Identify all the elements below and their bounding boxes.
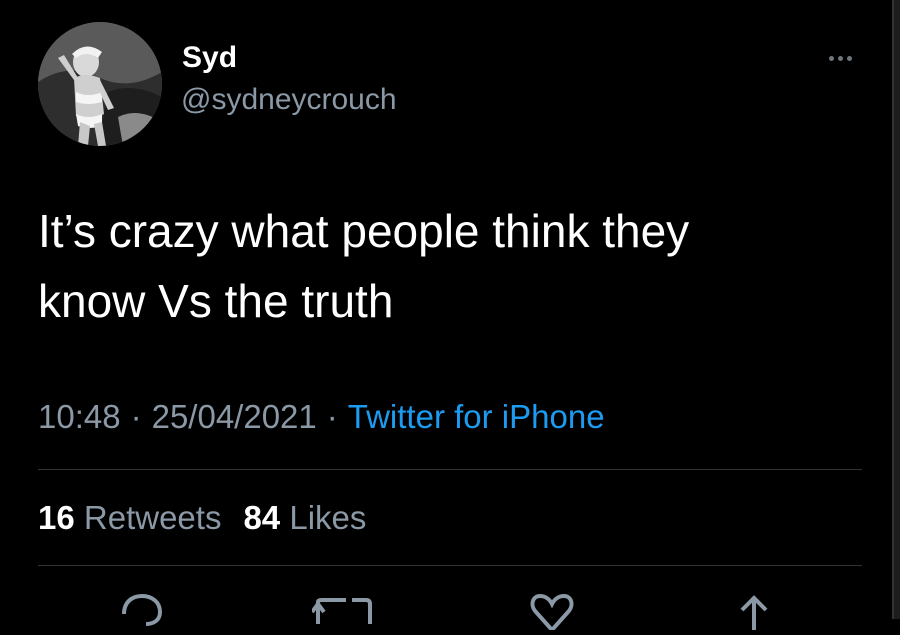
username-handle[interactable]: @sydneycrouch [181, 82, 397, 118]
likes-count: 84 [243, 499, 281, 536]
retweets-stat[interactable]: 16 Retweets [38, 499, 221, 536]
avatar[interactable] [38, 22, 162, 146]
display-name[interactable]: Syd [182, 40, 237, 76]
more-options-button[interactable] [818, 46, 862, 70]
meta-separator: · [326, 398, 338, 435]
tweet-action-bar [0, 590, 900, 632]
retweet-icon [310, 598, 372, 624]
tweet-source-link[interactable]: Twitter for iPhone [348, 398, 605, 435]
retweet-button[interactable] [310, 590, 376, 635]
tweet-stats: 16 Retweets 84 Likes [38, 498, 366, 538]
tweet-text-line: It’s crazy what people think they [38, 205, 690, 257]
more-horizontal-icon-dot [846, 55, 852, 61]
divider [38, 565, 862, 566]
share-icon [740, 595, 768, 630]
tweet-date[interactable]: 25/04/2021 [152, 398, 317, 435]
more-horizontal-icon-dot [837, 55, 843, 61]
share-button[interactable] [734, 590, 774, 635]
retweets-label: Retweets [83, 499, 222, 536]
avatar-photo [38, 22, 162, 146]
likes-label: Likes [289, 499, 367, 536]
tweet-metadata: 10:48 · 25/04/2021 · Twitter for iPhone [38, 397, 605, 437]
like-button[interactable] [528, 590, 576, 635]
likes-stat[interactable]: 84 Likes [243, 499, 366, 536]
meta-separator: · [130, 398, 142, 435]
reply-icon [122, 593, 163, 626]
heart-icon [530, 593, 574, 632]
tweet-time[interactable]: 10:48 [38, 398, 121, 435]
window-edge [892, 0, 900, 619]
more-horizontal-icon [828, 55, 834, 61]
tweet-text: It’s crazy what people think they know V… [38, 196, 838, 336]
divider [38, 469, 862, 470]
retweets-count: 16 [38, 499, 75, 536]
tweet-text-line: know Vs the truth [38, 275, 394, 327]
reply-button[interactable] [118, 590, 166, 635]
